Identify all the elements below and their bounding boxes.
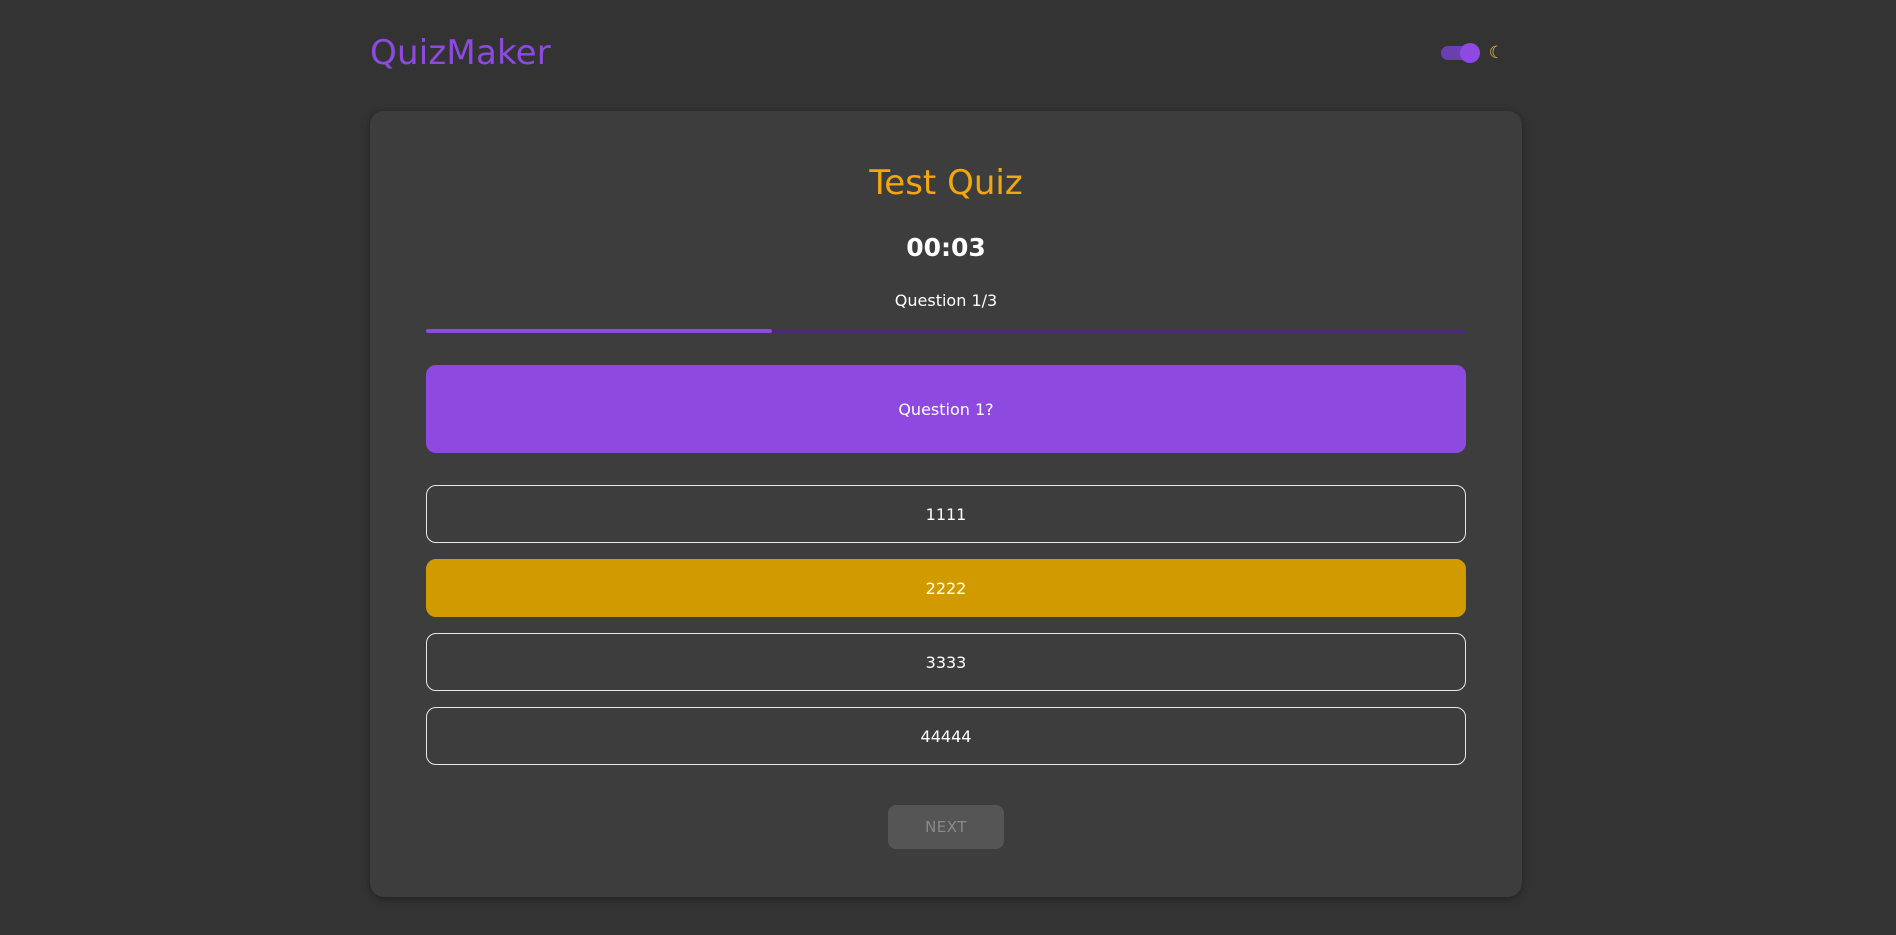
quiz-timer: 00:03 (906, 233, 986, 262)
question-counter: Question 1/3 (894, 291, 998, 310)
moon-icon: ☾ (1488, 43, 1504, 63)
quiz-card: Test Quiz 00:03 Question 1/3 Question 1?… (370, 111, 1522, 897)
quiz-page: QuizMaker ☾ Test Quiz 00:03 Question 1/3… (0, 0, 1896, 935)
answer-option-4[interactable]: 44444 (426, 707, 1466, 765)
progress-bar-fill (426, 329, 773, 333)
answer-option-2[interactable]: 2222 (426, 559, 1466, 617)
theme-switcher: ☾ (1440, 43, 1504, 63)
dark-mode-toggle[interactable] (1440, 43, 1480, 63)
next-button[interactable]: NEXT (888, 805, 1004, 849)
app-logo[interactable]: QuizMaker (370, 30, 551, 76)
answer-list: 1111 2222 3333 44444 (426, 485, 1466, 781)
answer-option-3[interactable]: 3333 (426, 633, 1466, 691)
question-text: Question 1? (898, 399, 994, 419)
toggle-knob (1459, 43, 1480, 63)
question-box: Question 1? (426, 365, 1466, 453)
quiz-title: Test Quiz (869, 163, 1023, 203)
progress-bar (426, 329, 1466, 333)
answer-option-1[interactable]: 1111 (426, 485, 1466, 543)
header: QuizMaker ☾ (370, 30, 1522, 80)
